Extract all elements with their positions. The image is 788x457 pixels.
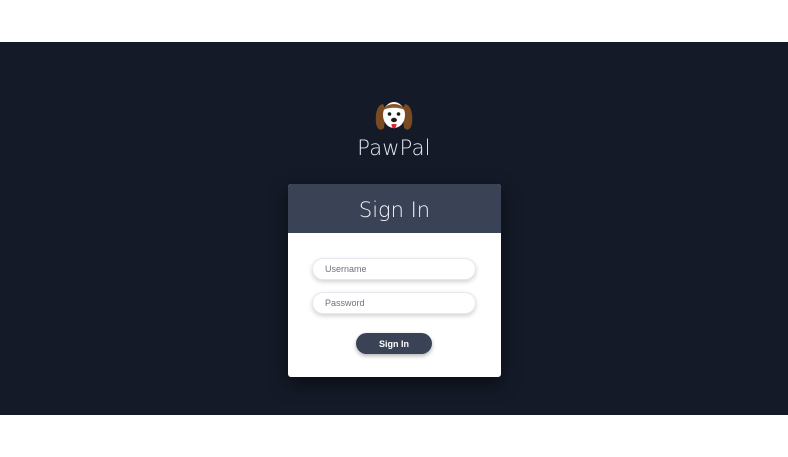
password-input[interactable] [312,292,476,314]
dog-face-icon [375,102,413,130]
signin-card: Sign In Sign In [288,184,501,377]
login-screen: PawPal Sign In Sign In [0,42,788,415]
brand-name: PawPal [357,136,431,160]
sign-in-button[interactable]: Sign In [356,333,432,354]
signin-title: Sign In [288,184,501,233]
username-input[interactable] [312,258,476,280]
